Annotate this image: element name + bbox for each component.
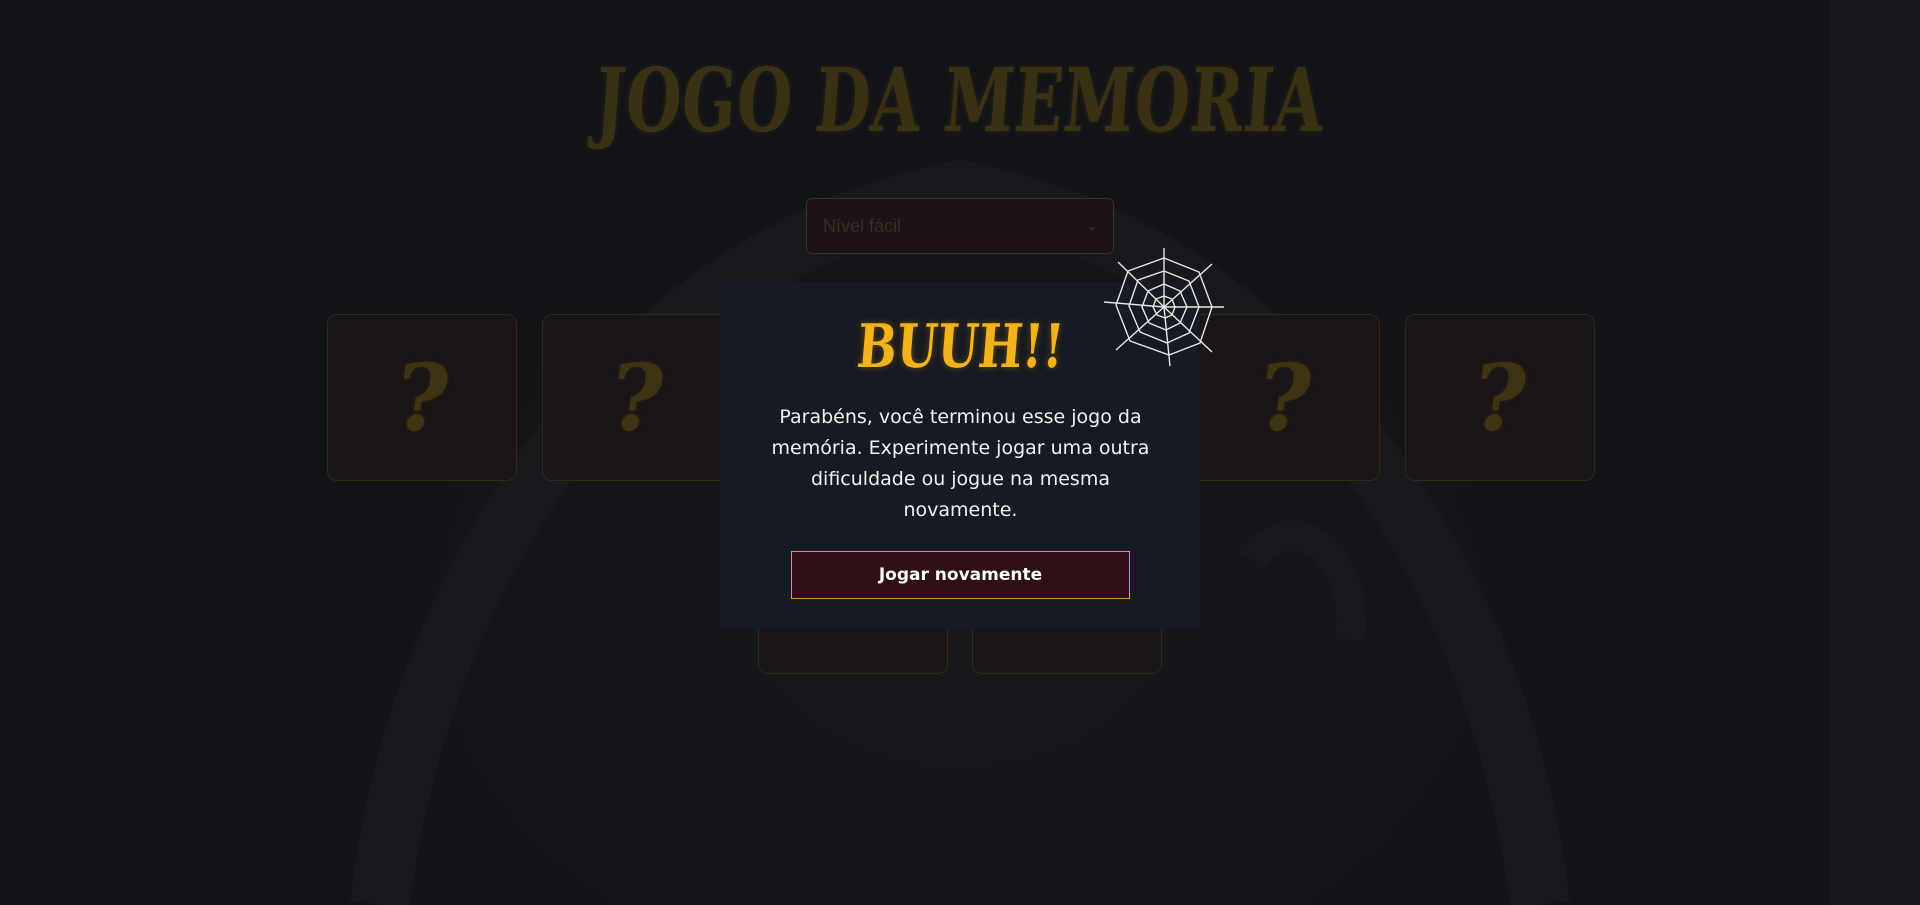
- play-again-button[interactable]: Jogar novamente: [791, 551, 1130, 599]
- memory-card[interactable]: ?: [327, 314, 517, 481]
- memory-card[interactable]: ?: [542, 314, 732, 481]
- question-mark-icon: ?: [1465, 343, 1535, 452]
- question-mark-icon: ?: [387, 343, 457, 452]
- memory-card[interactable]: ?: [1405, 314, 1595, 481]
- question-mark-icon: ?: [1250, 343, 1320, 452]
- level-select[interactable]: Nível fácil ⌄: [806, 198, 1114, 254]
- level-select-value: Nível fácil: [823, 215, 902, 236]
- question-mark-icon: ?: [602, 343, 672, 452]
- modal-message: Parabéns, você terminou esse jogo da mem…: [771, 406, 1150, 521]
- page-title: JOGO DA MEMORIA: [591, 48, 1329, 152]
- chevron-down-icon: ⌄: [1086, 219, 1097, 233]
- spider-web-icon: [1103, 248, 1224, 367]
- modal-title: BUUH!!: [854, 312, 1067, 382]
- game-page: JOGO DA MEMORIA Nível fácil ⌄ ? ? ? ? ? …: [0, 0, 1920, 905]
